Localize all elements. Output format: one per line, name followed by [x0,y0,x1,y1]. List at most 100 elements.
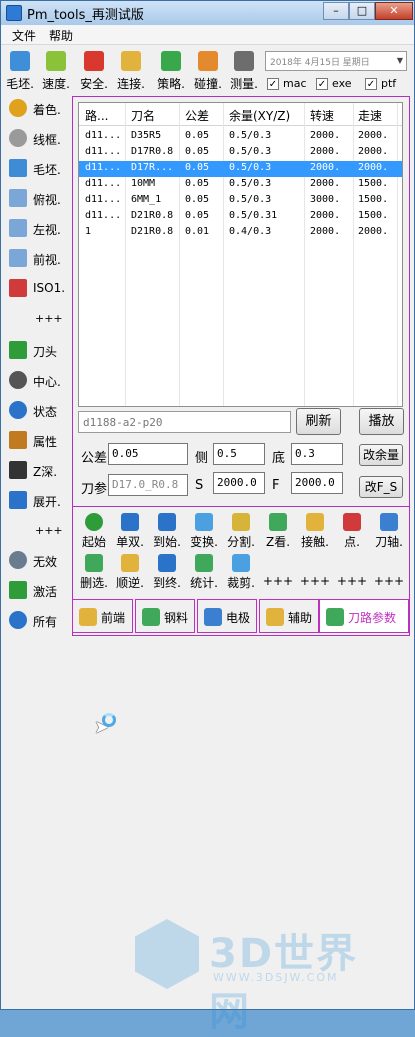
bottom-stock-input[interactable]: 0.3 [291,443,343,465]
tool-slot-plus[interactable]: +++ [296,552,334,592]
measure-button[interactable]: 测量. [227,49,261,93]
sidebar-item-tool-tip[interactable]: 刀头 [5,338,71,364]
sidebar-item-left-view[interactable]: 左视. [5,216,71,242]
col-header-tolerance[interactable]: 公差 [185,107,209,124]
split-icon [232,513,250,531]
sidebar-item-wireframe[interactable]: 线框. [5,126,71,152]
sidebar-plus-2[interactable]: +++ [35,524,63,537]
menu-bar: 文件 帮助 [1,25,414,45]
checkbox-ptf[interactable]: ✓ ptf [365,77,396,90]
tab-assist[interactable]: 辅助 [259,599,319,633]
table-row[interactable]: d11... D35R5 0.05 0.5/0.3 2000. 2000. [79,129,402,145]
side-label: 侧 [195,451,209,466]
col-header-stock[interactable]: 余量(XY/Z) [229,107,290,124]
tab-steel[interactable]: 钢料 [135,599,195,633]
tool-axis-button[interactable]: 刀轴. [370,511,408,551]
z-view-button[interactable]: Z看. [259,511,297,551]
tab-electrode[interactable]: 电极 [197,599,257,633]
tool-slot-plus[interactable]: +++ [259,552,297,592]
contact-button[interactable]: 接触. [296,511,334,551]
tool-slot-plus[interactable]: +++ [333,552,371,592]
sidebar-item-top-view[interactable]: 俯视. [5,186,71,212]
maximize-button[interactable]: □ [349,2,375,20]
delete-select-button[interactable]: 删选. [75,552,113,592]
toolpath-name-field[interactable]: d1188-a2-p20 [78,411,291,433]
tab-toolpath-params[interactable]: 刀路参数 [319,599,409,633]
tool-param-input[interactable]: D17.0_R0.8 [108,474,188,496]
change-stock-button[interactable]: 改余量 [359,444,403,466]
sidebar-item-invalid[interactable]: 无效 [5,548,71,574]
start-button[interactable]: 起始 [75,511,113,551]
collision-button[interactable]: 碰撞. [191,49,225,93]
table-row[interactable]: 1 D21R0.8 0.01 0.4/0.3 2000. 2000. [79,225,402,241]
safety-button[interactable]: 安全. [77,49,111,93]
sidebar-item-status[interactable]: 状态 [5,398,71,424]
sidebar-item-activate[interactable]: 激活 [5,578,71,604]
transform-button[interactable]: 变换. [185,511,223,551]
strategy-button[interactable]: 策略. [154,49,188,93]
title-bar: Pm_tools_再测试版 – □ ✕ [1,1,414,25]
sidebar-item-all[interactable]: 所有 [5,608,71,634]
to-start-button[interactable]: 到始. [148,511,186,551]
col-header-spindle[interactable]: 转速 [310,107,334,124]
trim-button[interactable]: 裁剪. [222,552,260,592]
to-end-button[interactable]: 到终. [148,552,186,592]
tool-tip-icon [9,341,27,359]
tolerance-input[interactable]: 0.05 [108,443,188,465]
to-start-icon [158,513,176,531]
toolpath-panel: 路... 刀名 公差 余量(XY/Z) 转速 走速 d11... D35R5 0.0… [72,96,410,636]
sidebar-plus-1[interactable]: +++ [35,312,63,325]
sidebar-item-shade[interactable]: 着色. [5,96,71,122]
assist-icon [266,608,284,626]
col-header-feed[interactable]: 走速 [358,107,382,124]
sidebar-item-block[interactable]: 毛坯. [5,156,71,182]
direction-button[interactable]: 顺逆. [111,552,149,592]
col-header-tool[interactable]: 刀名 [131,107,155,124]
sidebar-item-center[interactable]: 中心. [5,368,71,394]
statistics-button[interactable]: 统计. [185,552,223,592]
change-fs-button[interactable]: 改F_S [359,476,403,498]
feed-label: F [272,478,280,493]
table-row-selected[interactable]: d11... D17R... 0.05 0.5/0.3 2000. 2000. [79,161,402,177]
checkbox-mac[interactable]: ✓ mac [267,77,307,90]
info-icon [9,401,27,419]
speed-button[interactable]: 速度. [39,49,73,93]
table-row[interactable]: d11... 10MM 0.05 0.5/0.3 2000. 1500. [79,177,402,193]
col-header-path[interactable]: 路... [85,107,108,124]
minimize-button[interactable]: – [323,2,349,20]
table-row[interactable]: d11... D21R0.8 0.05 0.5/0.31 2000. 1500. [79,209,402,225]
sidebar-item-z-depth[interactable]: Z深. [5,458,71,484]
split-button[interactable]: 分割. [222,511,260,551]
close-button[interactable]: ✕ [375,2,413,20]
feed-input[interactable]: 2000.0 [291,472,343,494]
tool-slot-plus[interactable]: +++ [370,552,408,592]
spindle-input[interactable]: 2000.0 [213,472,265,494]
menu-file[interactable]: 文件 [12,27,36,44]
tab-frontend[interactable]: 前端 [72,599,133,633]
blank-button[interactable]: 毛坯. [3,49,37,93]
points-button[interactable]: 点. [333,511,371,551]
sidebar-item-front-view[interactable]: 前视. [5,246,71,272]
sidebar-item-properties[interactable]: 属性 [5,428,71,454]
link-button[interactable]: 连接. [114,49,148,93]
menu-help[interactable]: 帮助 [49,27,73,44]
single-double-button[interactable]: 单双. [111,511,149,551]
play-button[interactable]: 播放 [359,408,404,435]
table-row[interactable]: d11... 6MM_1 0.05 0.5/0.3 3000. 1500. [79,193,402,209]
shade-icon [9,99,27,117]
sidebar-item-expand[interactable]: 展开. [5,488,71,514]
tool-axis-icon [380,513,398,531]
checkbox-exe[interactable]: ✓ exe [316,77,352,90]
sidebar-item-iso[interactable]: ISO1. [5,276,71,302]
side-stock-input[interactable]: 0.5 [213,443,265,465]
top-view-icon [9,189,27,207]
table-row[interactable]: d11... D17R0.8 0.05 0.5/0.3 2000. 2000. [79,145,402,161]
refresh-button[interactable]: 刷新 [296,408,341,435]
date-picker[interactable]: 2018年 4月15日 星期日 ▼ [265,51,407,71]
busy-indicator-icon [102,713,116,727]
toolpath-list[interactable]: 路... 刀名 公差 余量(XY/Z) 转速 走速 d11... D35R5 0.0… [78,102,403,407]
all-clock-icon [9,611,27,629]
left-view-icon [9,219,27,237]
check-icon: ✓ [267,78,279,90]
watermark-logo [135,919,199,989]
